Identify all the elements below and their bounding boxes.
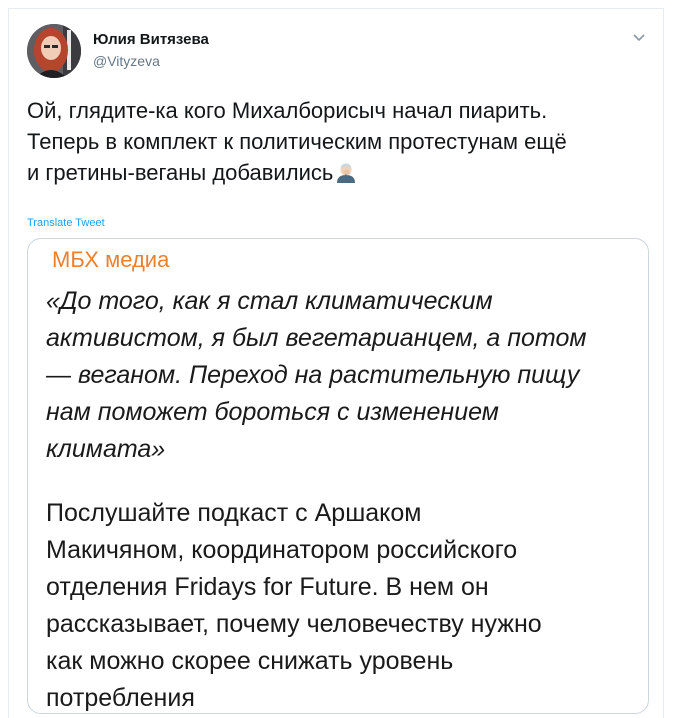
media-body-line: отделения Fridays for Future. В нем он (46, 573, 489, 601)
media-body-line: Макичяном, координатором российского (46, 536, 518, 564)
media-quote: «До того, как я стал климатическим актив… (46, 283, 636, 468)
avatar[interactable] (27, 24, 81, 78)
media-quote-line: — веганом. Переход на растительную пищу (46, 361, 580, 389)
tweet-text-line: и гретины-веганы добавились (27, 157, 657, 188)
media-image[interactable]: МБХ медиа «До того, как я стал климатиче… (27, 238, 649, 714)
man-facepalming-icon (335, 160, 357, 183)
author-display-name[interactable]: Юлия Витязева (93, 31, 209, 48)
tweet-text: Ой, глядите-ка кого Михалборисыч начал п… (27, 95, 657, 188)
media-body-line: как можно скорее снижать уровень (46, 647, 454, 675)
media-quote-line: климата» (46, 435, 166, 463)
avatar-image (27, 24, 81, 78)
tweet-text-line: Теперь в комплект к политическим протест… (27, 129, 567, 154)
media-quote-line: нам поможет бороться с изменением (46, 398, 499, 426)
tweet-text-segment: и гретины-веганы добавились (27, 160, 334, 185)
tweet-text-line: Ой, глядите-ка кого Михалборисыч начал п… (27, 98, 548, 123)
media-quote-line: активистом, я был вегетарианцем, а потом (46, 324, 587, 352)
media-content: МБХ медиа «До того, как я стал климатиче… (28, 239, 648, 713)
media-body-line: потребления (46, 684, 195, 712)
media-channel-name: МБХ медиа (52, 247, 170, 272)
tweet-card: Юлия Витязева @Vityzeva Ой, глядите-ка к… (8, 8, 664, 718)
chevron-down-icon[interactable] (631, 31, 647, 43)
author-handle[interactable]: @Vityzeva (93, 53, 160, 69)
media-body-line: рассказывает, почему человечеству нужно (46, 610, 542, 638)
media-body-line: Послушайте подкаст с Аршаком (46, 499, 422, 527)
media-body-text: Послушайте подкаст с Аршаком Макичяном, … (46, 495, 636, 713)
translate-tweet-link[interactable]: Translate Tweet (27, 217, 105, 229)
media-quote-line: «До того, как я стал климатическим (46, 287, 493, 315)
